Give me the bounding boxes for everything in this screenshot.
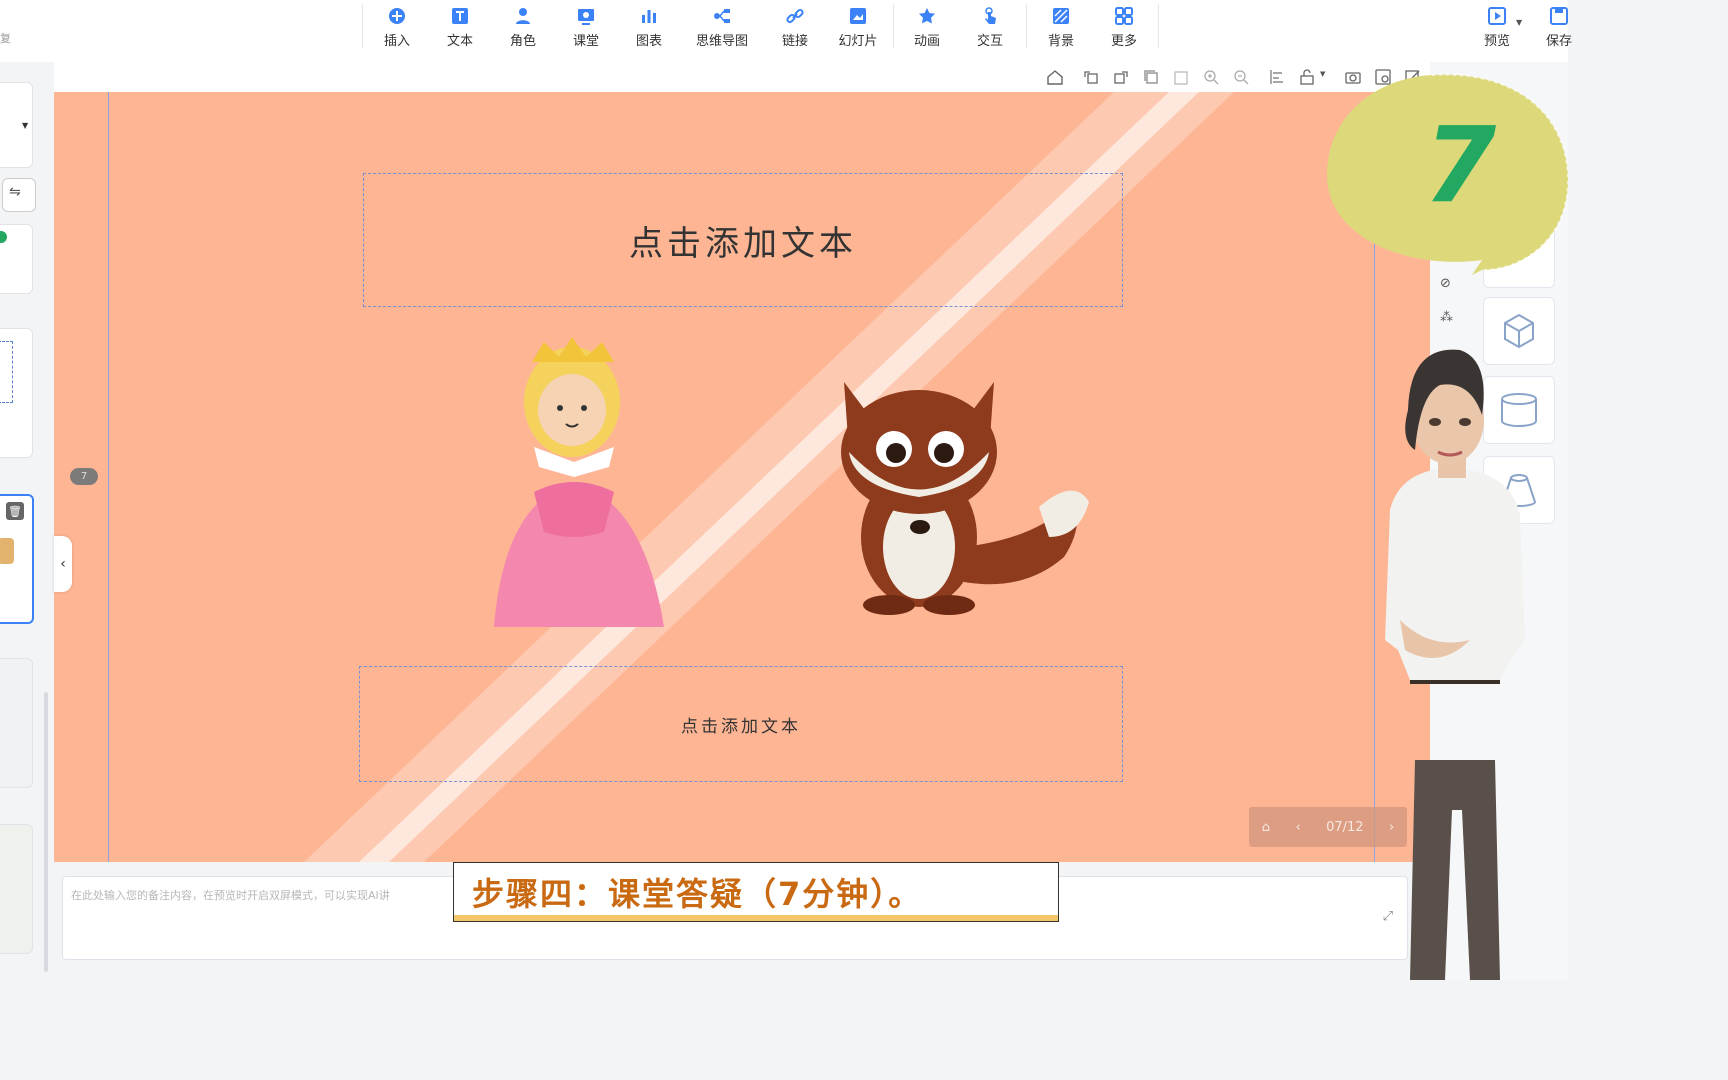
thumbnail-image <box>0 538 14 564</box>
toolbar-classroom-label: 课堂 <box>572 34 599 49</box>
notes-placeholder: 在此处输入您的备注内容，在预览时开启双屏模式，可以实现AI讲 <box>71 889 390 902</box>
toolbar-chart-label: 图表 <box>635 34 662 49</box>
play-preview-icon <box>1488 7 1506 25</box>
page-number-text: 7 <box>80 471 88 482</box>
subtitle-caption: 步骤四：课堂答疑（7分钟）。 <box>453 862 1059 922</box>
step-number-text: 7 <box>1423 104 1497 226</box>
toolbar-save-button[interactable]: 保存 <box>1544 6 1574 56</box>
background-icon <box>1053 8 1069 24</box>
toolbar-preview-label: 预览 <box>1483 34 1510 49</box>
green-dot-icon <box>0 231 7 243</box>
toolbar-link-button[interactable]: 链接 <box>780 6 810 56</box>
apps-icon[interactable]: ⁂ <box>1440 310 1453 325</box>
zoom-in-icon[interactable] <box>1202 68 1220 86</box>
body-placeholder: 点击添加文本 <box>681 716 801 737</box>
star-animation-icon <box>919 8 935 24</box>
toolbar-preview-button[interactable]: 预览 <box>1481 6 1513 56</box>
toolbar-slide-label: 幻灯片 <box>838 34 878 49</box>
grid-more-icon <box>1115 7 1133 25</box>
toolbar-interaction-button[interactable]: 交互 <box>975 6 1005 56</box>
paste-icon[interactable] <box>1172 68 1190 86</box>
slide-icon <box>850 8 866 24</box>
link-icon <box>786 8 804 24</box>
divider <box>1158 4 1159 48</box>
text-icon <box>452 8 468 24</box>
toolbar-role-label: 角色 <box>509 34 536 49</box>
toolbar-mindmap-label: 思维导图 <box>695 34 748 49</box>
chevron-down-icon[interactable]: ▼ <box>1516 18 1522 27</box>
body-textbox[interactable]: 点击添加文本 <box>359 666 1123 782</box>
rotate-right-icon[interactable] <box>1112 68 1130 86</box>
toolbar-slide-button[interactable]: 幻灯片 <box>836 6 880 56</box>
toolbar-background-label: 背景 <box>1047 34 1074 49</box>
collapse-panel-button[interactable]: ‹ <box>54 536 72 592</box>
title-textbox[interactable]: 点击添加文本 <box>363 173 1123 307</box>
divider <box>1026 4 1027 48</box>
chevron-left-icon: ‹ <box>60 556 66 572</box>
slide-thumbnail[interactable] <box>0 824 33 954</box>
bar-chart-icon <box>642 10 656 23</box>
toolbar-chart-button[interactable]: 图表 <box>634 6 664 56</box>
toolbar-save-label: 保存 <box>1545 34 1572 49</box>
classroom-icon <box>578 9 594 25</box>
divider <box>893 4 894 48</box>
toolbar-mindmap-button[interactable]: 思维导图 <box>693 6 751 56</box>
pager-text: 07/12 <box>1326 819 1364 835</box>
chevron-down-icon: ▼ <box>22 121 29 130</box>
subtitle-text: 步骤四：课堂答疑（7分钟）。 <box>472 875 923 913</box>
align-icon[interactable] <box>1268 68 1286 86</box>
slide-canvas[interactable]: 点击添加文本 点击添加文本 <box>54 92 1430 862</box>
save-icon <box>1550 7 1568 25</box>
fox-character[interactable] <box>834 377 1094 617</box>
thumbnail-scrollbar[interactable] <box>44 692 48 972</box>
toolbar-classroom-button[interactable]: 课堂 <box>571 6 601 56</box>
toolbar-text-label: 文本 <box>446 34 473 49</box>
touch-icon <box>985 7 996 24</box>
toolbar-background-button[interactable]: 背景 <box>1046 6 1076 56</box>
toolbar-interaction-label: 交互 <box>976 34 1003 49</box>
toolbar-animation-label: 动画 <box>913 34 940 49</box>
toolbar-more-button[interactable]: 更多 <box>1109 6 1139 56</box>
title-placeholder: 点击添加文本 <box>629 223 857 264</box>
mindmap-icon <box>714 9 730 23</box>
slide-thumbnail[interactable] <box>0 658 33 788</box>
top-toolbar: 复 插入 文本 角色 课堂 图表 思维导图 链接 幻灯片 动画 交互 背景 更多… <box>0 0 1572 63</box>
presenter-avatar <box>1385 349 1525 980</box>
home-icon[interactable]: ⌂ <box>1262 820 1270 835</box>
page-number-badge: 7 <box>70 468 98 485</box>
layout-dropdown[interactable]: ▼ <box>0 82 33 168</box>
toolbar-left-fragment: 复 <box>0 32 11 45</box>
toolbar-role-button[interactable]: 角色 <box>508 6 538 56</box>
toolbar-more-label: 更多 <box>1110 34 1137 49</box>
step-number: 7 <box>1420 110 1500 220</box>
toolbar-animation-button[interactable]: 动画 <box>912 6 942 56</box>
canvas-toolbar: ▼ <box>54 62 1430 92</box>
person-icon <box>516 8 530 24</box>
prev-slide-icon[interactable]: ‹ <box>1295 820 1300 835</box>
divider <box>362 4 363 48</box>
transition-button[interactable]: ⇋ <box>2 178 36 212</box>
rotate-left-icon[interactable] <box>1082 68 1100 86</box>
delete-icon[interactable]: 🗑 <box>6 502 24 520</box>
toolbar-insert-button[interactable]: 插入 <box>382 6 412 56</box>
slide-thumbnail[interactable] <box>0 224 33 294</box>
toolbar-text-button[interactable]: 文本 <box>445 6 475 56</box>
plus-circle-icon <box>389 8 405 24</box>
home-icon[interactable] <box>1046 68 1064 86</box>
zoom-out-icon[interactable] <box>1232 68 1250 86</box>
transition-icon: ⇋ <box>9 184 21 200</box>
copy-icon[interactable] <box>1142 68 1160 86</box>
slide-thumbnail-selected[interactable]: 🗑 <box>0 494 34 624</box>
dashed-frame-icon <box>0 341 13 403</box>
lock-icon[interactable] <box>1298 68 1316 86</box>
princess-character[interactable] <box>474 332 674 632</box>
toolbar-insert-label: 插入 <box>383 34 410 49</box>
toolbar-link-label: 链接 <box>781 34 808 49</box>
slide-thumbnail[interactable] <box>0 328 33 458</box>
slide-thumbnail-panel: ▼ ⇋ 🗑 <box>0 62 54 980</box>
